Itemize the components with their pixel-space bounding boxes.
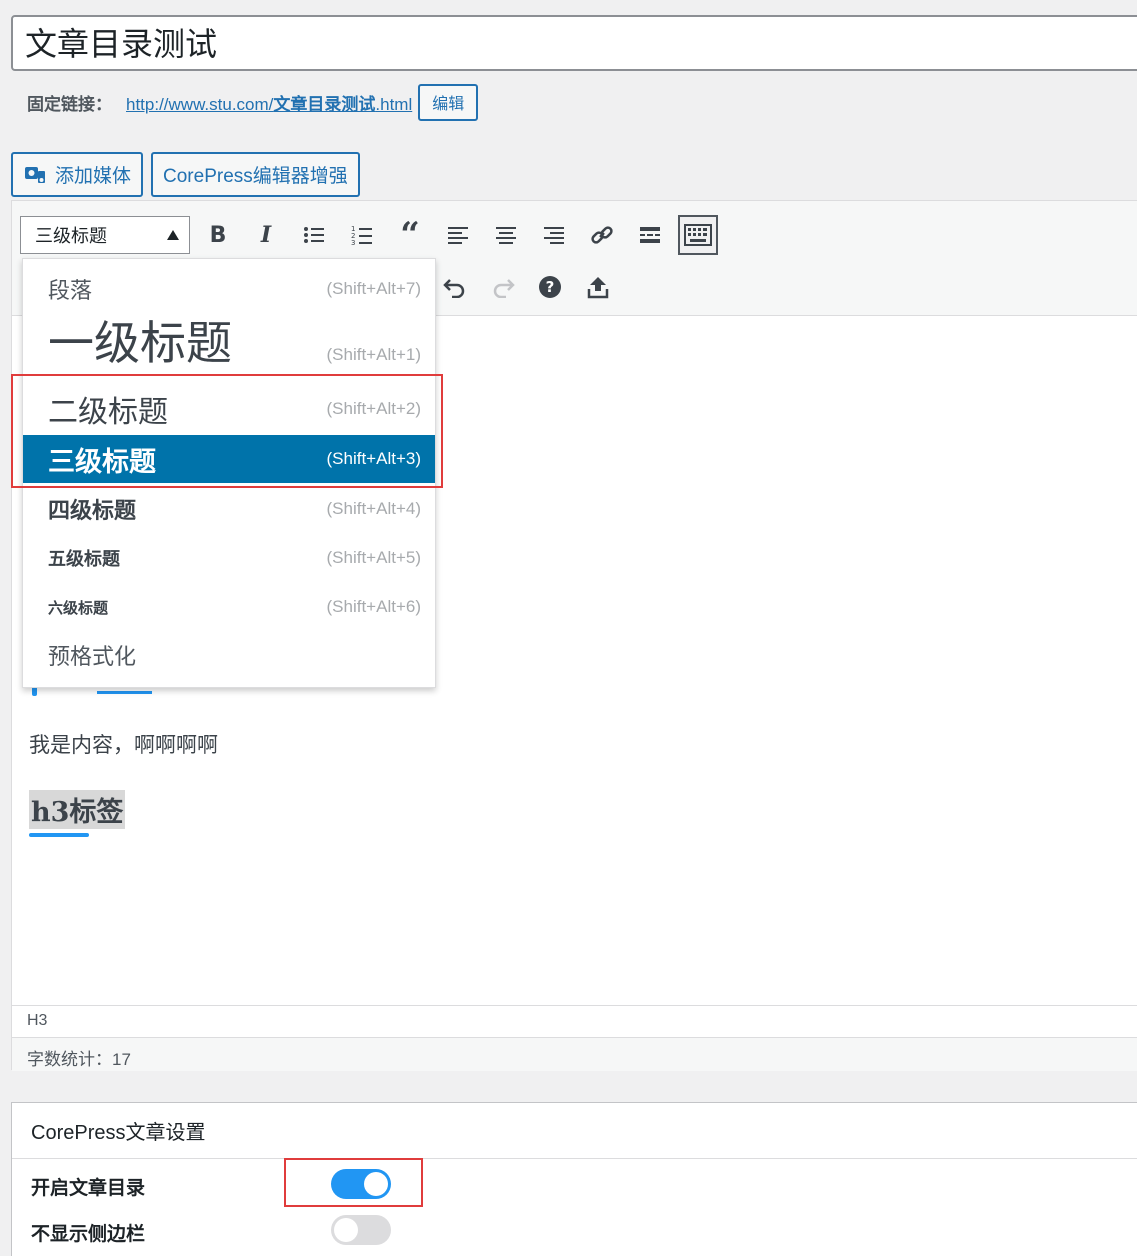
bullet-list-icon[interactable] <box>295 216 333 254</box>
svg-text:?: ? <box>546 278 555 296</box>
permalink-link[interactable]: http://www.stu.com/文章目录测试.html <box>126 90 412 115</box>
format-option-h5[interactable]: 五级标题 (Shift+Alt+5) <box>23 537 435 579</box>
setting-label-hide-sidebar: 不显示侧边栏 <box>31 1224 146 1245</box>
setting-label-toc: 开启文章目录 <box>31 1178 146 1199</box>
corepress-enhance-button[interactable]: CorePress编辑器增强 <box>151 152 360 197</box>
format-option-paragraph[interactable]: 段落 (Shift+Alt+7) <box>23 267 435 311</box>
format-select[interactable]: 三级标题 <box>20 216 190 254</box>
permalink-prefix: http://www.stu.com/ <box>126 94 274 114</box>
settings-panel-title: CorePress文章设置 <box>12 1103 1137 1159</box>
align-left-icon[interactable] <box>439 216 477 254</box>
media-icon <box>25 166 45 183</box>
format-select-value: 三级标题 <box>35 226 107 246</box>
format-option-preformatted[interactable]: 预格式化 <box>23 633 435 677</box>
format-option-label: 六级标题 <box>48 598 109 617</box>
toolbar-toggle-icon[interactable] <box>678 215 718 255</box>
help-icon[interactable]: ? <box>531 268 569 306</box>
add-media-button[interactable]: 添加媒体 <box>11 152 144 197</box>
permalink-bar: 固定链接： http://www.stu.com/文章目录测试.html 编辑 <box>27 83 479 121</box>
format-option-h1[interactable]: 一级标题 (Shift+Alt+1) <box>23 315 435 375</box>
highlight-box-toggle <box>284 1158 423 1207</box>
media-buttons: 添加媒体 CorePress编辑器增强 <box>11 152 360 197</box>
content-paragraph: 我是内容，啊啊啊啊 <box>29 733 218 757</box>
add-media-label: 添加媒体 <box>55 166 132 187</box>
permalink-label: 固定链接： <box>27 94 112 114</box>
corepress-settings-panel: CorePress文章设置 开启文章目录 不显示侧边栏 <box>11 1102 1137 1256</box>
format-option-label: 四级标题 <box>48 498 137 524</box>
permalink-slug: 文章目录测试 <box>273 94 376 114</box>
redo-icon[interactable] <box>484 268 522 306</box>
format-option-shortcut: (Shift+Alt+7) <box>326 279 422 298</box>
format-option-label: 五级标题 <box>48 549 120 570</box>
format-option-h6[interactable]: 六级标题 (Shift+Alt+6) <box>23 586 435 628</box>
format-option-shortcut: (Shift+Alt+5) <box>326 548 422 567</box>
blockquote-icon[interactable]: “ <box>391 215 429 255</box>
highlight-box-headings <box>11 374 443 488</box>
numbered-list-icon[interactable]: 123 <box>343 216 381 254</box>
edit-permalink-button[interactable]: 编辑 <box>418 83 479 121</box>
align-center-icon[interactable] <box>487 216 525 254</box>
link-icon[interactable] <box>583 216 621 254</box>
undo-icon[interactable] <box>436 268 474 306</box>
format-option-label: 预格式化 <box>48 645 137 670</box>
word-count: 字数统计：17 <box>12 1037 1137 1071</box>
post-title-input[interactable]: 文章目录测试 <box>11 15 1137 71</box>
bold-icon[interactable]: B <box>199 216 237 254</box>
format-option-h4[interactable]: 四级标题 (Shift+Alt+4) <box>23 487 435 531</box>
heading-underline-fragment <box>97 691 152 694</box>
content-h3-heading: h3标签 <box>29 790 126 829</box>
format-option-label: 段落 <box>48 279 93 304</box>
format-option-shortcut: (Shift+Alt+6) <box>326 597 422 616</box>
italic-icon[interactable]: I <box>247 216 285 254</box>
h3-underline <box>29 833 89 837</box>
toggle-knob <box>334 1218 358 1242</box>
upload-icon[interactable] <box>579 268 617 306</box>
read-more-icon[interactable] <box>631 216 669 254</box>
element-path[interactable]: H3 <box>12 1005 1137 1037</box>
caret-up-icon <box>167 230 179 240</box>
toggle-hide-sidebar[interactable] <box>331 1215 391 1245</box>
format-option-shortcut: (Shift+Alt+4) <box>326 499 422 518</box>
align-right-icon[interactable] <box>535 216 573 254</box>
format-option-shortcut: (Shift+Alt+1) <box>326 345 422 364</box>
format-option-label: 一级标题 <box>48 316 232 370</box>
svg-text:3: 3 <box>351 239 355 246</box>
permalink-suffix: .html <box>375 94 413 114</box>
